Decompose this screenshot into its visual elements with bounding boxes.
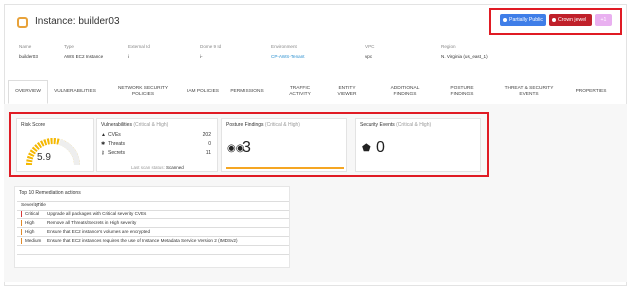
table-row[interactable]: High Remove all Threats/Secrets in High … (17, 219, 289, 228)
vulnerabilities-card: Vulnerabilities (Critical & High) ▲ CVEs 2… (96, 118, 218, 172)
threats-label: Threats (108, 141, 125, 147)
remediation-action: Ensure that EC2 instance's volumes are e… (47, 229, 151, 234)
meta-label: External Id (128, 44, 150, 49)
posture-subtitle: (Critical & High) (264, 122, 300, 128)
secrets-label: Secrets (108, 150, 125, 156)
remediation-action: Upgrade all packages with Critical sever… (47, 211, 147, 216)
meta-name: Name builder03 (19, 44, 38, 59)
meta-label: VPC (365, 44, 375, 49)
cves-count: 202 (202, 132, 211, 138)
severity-high: High (21, 229, 34, 235)
col-title-header: Title (37, 203, 46, 208)
table-row[interactable]: High Ensure that EC2 instance's volumes … (17, 228, 289, 237)
tab-permissions[interactable]: PERMISSIONS (226, 80, 268, 104)
security-events-title: Security Events (Critical & High) (360, 122, 431, 128)
meta-type: Type AWS EC2 Instance (64, 44, 103, 59)
key-icon: ⚷ (101, 150, 105, 156)
secrets-count: 11 (205, 150, 211, 156)
posture-progress-bar (226, 167, 344, 169)
shield-icon: ⬟ (362, 143, 371, 154)
meta-value: i- (200, 54, 203, 59)
severity-high: High (21, 220, 34, 226)
meta-label: Type (64, 44, 74, 49)
meta-label: Name (19, 44, 32, 49)
crown-jewel-label: Crown jewel (558, 17, 587, 23)
vulnerabilities-title-text: Vulnerabilities (101, 122, 132, 128)
tab-properties[interactable]: PROPERTIES (570, 80, 612, 104)
security-events-count: 0 (376, 139, 385, 156)
remediation-action: Remove all Threats/Secrets in High sever… (47, 220, 137, 225)
partially-public-label: Partially Public (509, 17, 544, 23)
tab-entity-viewer[interactable]: ENTITY VIEWER (330, 80, 364, 104)
cves-label: CVEs (108, 132, 121, 138)
environment-link[interactable]: CP-AWS-Tenant (271, 54, 305, 59)
tab-threat-security-events[interactable]: THREAT & SECURITY EVENTS (498, 80, 560, 104)
threats-row[interactable]: ✱ Threats 0 (101, 141, 211, 147)
remediation-table: Top 10 Remediation actions Severity Titl… (14, 186, 290, 268)
remediation-action: Ensure that EC2 instances requires the u… (47, 238, 238, 243)
meta-label: Region (441, 44, 456, 49)
meta-label: Environment (271, 44, 297, 49)
tab-posture-findings[interactable]: POSTURE FINDINGS (442, 80, 482, 104)
crown-icon (552, 17, 556, 22)
meta-region: Region N. Virginia (us_east_1) (441, 44, 488, 59)
last-scan-value: Scanned (166, 165, 184, 170)
events-title-text: Security Events (360, 122, 395, 128)
meta-vpc: VPC vpc (365, 44, 374, 59)
posture-findings-count: 3 (242, 139, 251, 156)
meta-environment: Environment CP-AWS-Tenant (271, 44, 305, 59)
risk-score-value: 5.9 (37, 152, 51, 163)
more-badges-label: +1 (600, 17, 607, 23)
severity-critical: Critical (21, 211, 39, 217)
tab-bar: OVERVIEW VULNERABILITIES NETWORK SECURIT… (4, 80, 627, 105)
partially-public-badge[interactable]: Partially Public (500, 14, 546, 26)
cves-row[interactable]: ▲ CVEs 202 (101, 132, 211, 138)
posture-findings-card[interactable]: Posture Findings (Critical & High) ◉◉ 3 (221, 118, 347, 172)
severity-medium: Medium (21, 238, 41, 244)
vulnerabilities-subtitle: (Critical & High) (133, 122, 169, 128)
meta-value: i (128, 54, 130, 59)
vulnerabilities-title: Vulnerabilities (Critical & High) (101, 122, 168, 128)
tab-additional-findings[interactable]: ADDITIONAL FINDINGS (380, 80, 430, 104)
last-scan-status: Last scan status: Scanned (131, 165, 184, 170)
table-row[interactable]: Medium Ensure that EC2 instances require… (17, 237, 289, 246)
tab-overview[interactable]: OVERVIEW (8, 80, 48, 104)
tab-iam-policies[interactable]: IAM POLICIES (186, 80, 220, 104)
tab-traffic-activity[interactable]: TRAFFIC ACTIVITY (280, 80, 320, 104)
meta-value: builder03 (19, 54, 38, 59)
meta-value: vpc (365, 54, 373, 59)
secrets-row[interactable]: ⚷ Secrets 11 (101, 150, 211, 156)
meta-dome9-id: Dome 9 Id i- (200, 44, 221, 59)
posture-findings-title: Posture Findings (Critical & High) (226, 122, 300, 128)
tab-network-security-policies[interactable]: NETWORK SECURITY POLICIES (110, 80, 176, 104)
remediation-title: Top 10 Remediation actions (19, 190, 81, 196)
meta-value: AWS EC2 Instance (64, 54, 104, 59)
risk-gauge (26, 138, 80, 166)
crown-jewel-badge[interactable]: Crown jewel (549, 14, 592, 26)
bug-icon: ▲ (101, 132, 106, 138)
meta-value: N. Virginia (us_east_1) (441, 54, 488, 59)
posture-title-text: Posture Findings (226, 122, 264, 128)
meta-external-id: External Id i (128, 44, 150, 59)
col-severity-header: Severity (21, 203, 39, 208)
risk-score-card: Risk Score 5.9 (16, 118, 94, 172)
meta-label: Dome 9 Id (200, 44, 222, 49)
globe-icon (503, 17, 507, 22)
events-subtitle: (Critical & High) (396, 122, 432, 128)
table-row[interactable]: Critical Upgrade all packages with Criti… (17, 210, 289, 219)
table-row-empty (17, 246, 289, 255)
last-scan-label: Last scan status: (131, 165, 165, 170)
page-title: Instance: builder03 (35, 16, 120, 27)
instance-icon (17, 17, 28, 28)
tab-vulnerabilities[interactable]: VULNERABILITIES (50, 80, 100, 104)
threats-count: 0 (208, 141, 211, 147)
threat-icon: ✱ (101, 141, 106, 147)
more-badges-button[interactable]: +1 (595, 14, 612, 26)
security-events-card[interactable]: Security Events (Critical & High) ⬟ 0 (355, 118, 481, 172)
